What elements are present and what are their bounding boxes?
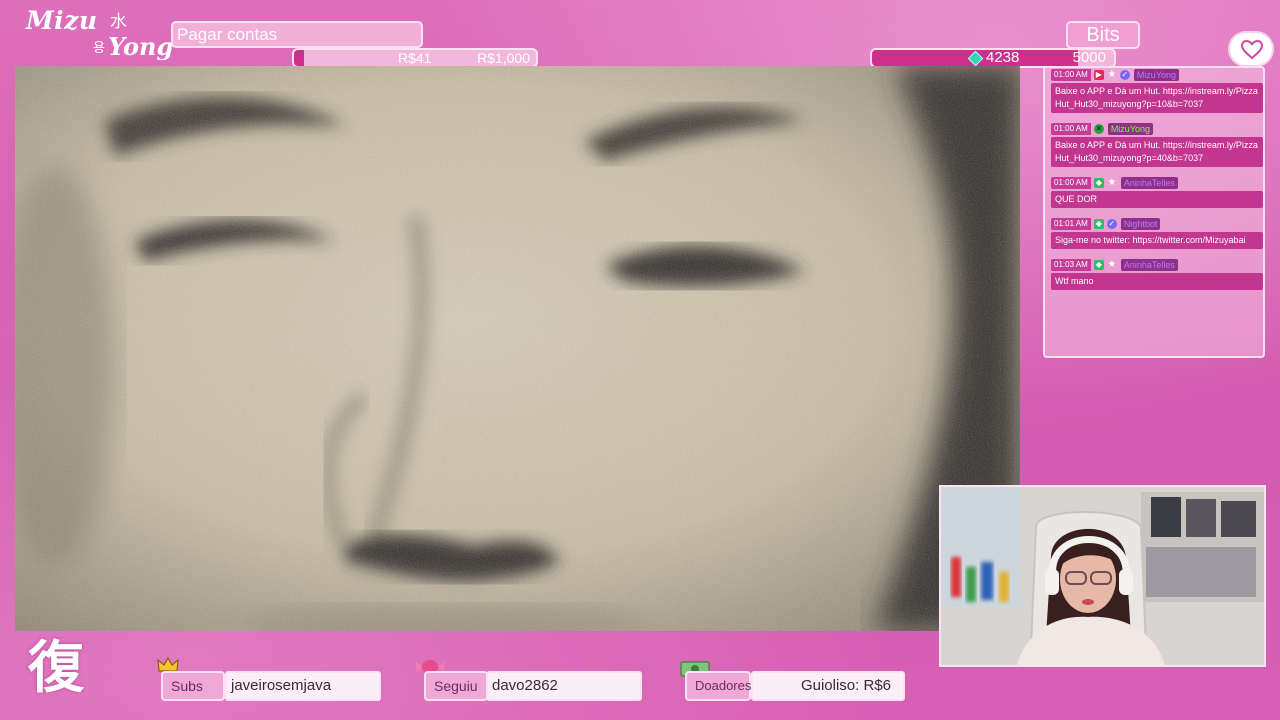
chat-panel: 01:00 AM ▶ ★ ✓ MizuYong Baixe o APP e Dá um H… [1043,66,1265,358]
chat-message-text: Baixe o APP e Dá um Hut. https://instrea… [1051,137,1263,167]
chat-message-text: Baixe o APP e Dá um Hut. https://instrea… [1051,83,1263,113]
chat-username[interactable]: MizuYong [1107,123,1154,135]
green-badge-icon: ◆ [1093,219,1104,229]
subs-label: Subs [161,671,225,701]
red-badge-icon: ▶ [1093,70,1104,80]
green-badge-icon: ◆ [1093,178,1104,188]
bits-progress-bar: 4238 5000 [870,48,1116,68]
chat-username[interactable]: AninhaTelles [1120,259,1178,271]
goal-title: Pagar contas [171,21,423,48]
follow-latest-name: davo2862 [486,671,642,701]
check-badge-icon: ✓ [1119,70,1130,80]
chat-username[interactable]: Nightbot [1120,218,1161,230]
chat-message: 01:00 AM ◆ ★ AninhaTelles QUE DOR [1051,176,1263,208]
chat-message: 01:01 AM ◆ ✓ Nightbot Siga-me no twitter: ht… [1051,217,1263,249]
chat-message-text: Siga-me no twitter: https://twitter.com/… [1051,232,1263,249]
check-badge-icon: ✓ [1106,219,1117,229]
logo-kanji: 水 [110,12,127,32]
emblem-kanji: 復 [28,636,84,701]
webcam-image [941,487,1264,665]
bits-label: Bits [1066,21,1140,49]
star-badge-icon: ★ [1107,177,1117,188]
subs-latest-name: javeirosemjava [225,671,381,701]
chat-message-header: 01:00 AM ◆ ★ AninhaTelles [1051,176,1261,190]
logo-word-yong: Yong [108,32,174,61]
x-badge-icon: ✕ [1093,124,1104,134]
chat-message-text: Wtf mano [1051,273,1263,290]
face-photo-image [15,66,1020,631]
donors-label: Doadores [685,671,751,701]
star-badge-icon: ★ [1107,259,1117,270]
green-badge-icon: ◆ [1093,260,1104,270]
goal-current-amount: R$41 [398,50,432,66]
star-badge-icon: ★ [1107,69,1117,80]
chat-message: 01:03 AM ◆ ★ AninhaTelles Wtf mano [1051,258,1263,290]
follow-label: Seguiu [424,671,488,701]
chat-message: 01:00 AM ✕ MizuYong Baixe o APP e Dá um Hut… [1051,122,1263,167]
chat-message-header: 01:00 AM ▶ ★ ✓ MizuYong [1051,68,1261,82]
chat-timestamp: 01:00 AM [1051,123,1091,135]
chat-message-header: 01:00 AM ✕ MizuYong [1051,122,1261,136]
chat-username[interactable]: MizuYong [1133,69,1180,81]
goal-progress-bar: R$41 R$1,000 [292,48,538,68]
stream-video [15,66,1020,631]
goal-target-amount: R$1,000 [477,50,530,66]
channel-logo: Mizu 水 용 Yong [22,4,174,62]
chat-message: 01:00 AM ▶ ★ ✓ MizuYong Baixe o APP e Dá um H… [1051,68,1263,113]
chat-timestamp: 01:00 AM [1051,69,1091,81]
chat-message-header: 01:03 AM ◆ ★ AninhaTelles [1051,258,1261,272]
logo-hangul: 용 [93,41,105,56]
webcam-feed [939,485,1266,667]
goal-progress-fill [294,50,304,66]
donors-latest: Guioliso: R$6 [751,671,905,701]
chat-timestamp: 01:03 AM [1051,259,1091,271]
chat-timestamp: 01:00 AM [1051,177,1091,189]
heart-chat-icon [1228,31,1274,67]
logo-word-mizu: Mizu [26,6,98,35]
bits-target-amount: 5000 [1072,49,1106,66]
chat-message-header: 01:01 AM ◆ ✓ Nightbot [1051,217,1261,231]
chat-timestamp: 01:01 AM [1051,218,1091,230]
chat-username[interactable]: AninhaTelles [1120,177,1178,189]
chat-message-text: QUE DOR [1051,191,1263,208]
bits-current-amount: 4238 [986,49,1020,66]
